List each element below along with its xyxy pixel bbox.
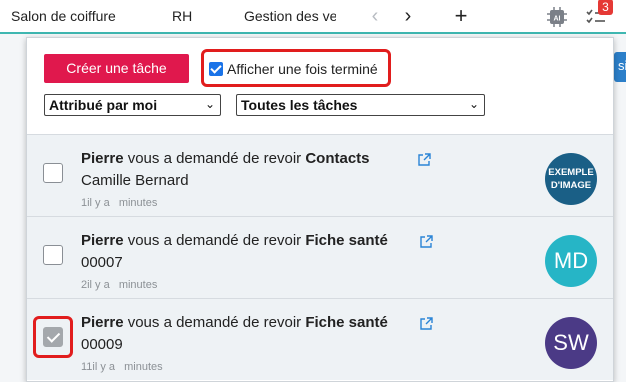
task-time: 2il y a minutes bbox=[81, 279, 157, 291]
task-action: vous a demandé de revoir bbox=[127, 232, 302, 249]
external-link-icon[interactable] bbox=[419, 235, 433, 249]
task-complete-checkbox[interactable] bbox=[43, 327, 63, 347]
task-time-unit: minutes bbox=[124, 361, 163, 373]
task-count-badge: 3 bbox=[598, 0, 613, 15]
task-row[interactable]: Pierre vous a demandé de revoir Fiche sa… bbox=[27, 298, 613, 380]
task-complete-checkbox[interactable] bbox=[43, 245, 63, 265]
show-done-toggle[interactable]: Afficher une fois terminé bbox=[209, 60, 378, 78]
top-bar: Salon de coiffure RH Gestion des ve ‹ › … bbox=[0, 0, 626, 34]
task-time: 1il y a minutes bbox=[81, 197, 157, 209]
task-subject: 00007 bbox=[81, 254, 123, 271]
chevron-down-icon: ⌄ bbox=[204, 97, 215, 111]
chevron-down-icon: ⌄ bbox=[468, 97, 479, 111]
task-time-ago: 1il y a bbox=[81, 197, 110, 209]
add-tab-button[interactable]: + bbox=[450, 4, 472, 28]
task-object: Contacts bbox=[305, 150, 370, 167]
task-title: Pierre vous a demandé de revoir Contacts bbox=[81, 150, 370, 167]
avatar: EXEMPLE D'IMAGE bbox=[545, 153, 597, 205]
tab-gestion-des-ventes[interactable]: Gestion des ve bbox=[244, 8, 336, 24]
next-tab-button[interactable]: › bbox=[397, 4, 419, 28]
task-time-unit: minutes bbox=[118, 197, 158, 209]
show-done-label: Afficher une fois terminé bbox=[227, 61, 378, 77]
assigned-filter-select[interactable]: Attribué par moi ⌄ bbox=[44, 94, 221, 116]
task-row[interactable]: Pierre vous a demandé de revoir Fiche sa… bbox=[27, 216, 613, 298]
assigned-filter-value: Attribué par moi bbox=[49, 97, 158, 113]
task-requester: Pierre bbox=[81, 150, 124, 167]
avatar-text-line: D'IMAGE bbox=[550, 180, 592, 191]
task-requester: Pierre bbox=[81, 314, 124, 331]
tab-rh[interactable]: RH bbox=[172, 8, 212, 24]
background-button-label: si bbox=[618, 58, 626, 73]
task-complete-checkbox[interactable] bbox=[43, 163, 63, 183]
task-subject: 00009 bbox=[81, 336, 123, 353]
task-time-ago: 11il y a bbox=[81, 361, 116, 373]
tab-salon-de-coiffure[interactable]: Salon de coiffure bbox=[11, 8, 151, 24]
task-filter-value: Toutes les tâches bbox=[241, 97, 358, 113]
external-link-icon[interactable] bbox=[419, 317, 433, 331]
tasks-dropdown-panel: Créer une tâche Afficher une fois termin… bbox=[26, 37, 614, 382]
task-time: 11il y a minutes bbox=[81, 361, 163, 373]
show-done-checkbox[interactable] bbox=[209, 62, 223, 76]
task-action: vous a demandé de revoir bbox=[127, 314, 302, 331]
create-task-button[interactable]: Créer une tâche bbox=[44, 54, 189, 83]
task-action: vous a demandé de revoir bbox=[127, 150, 302, 167]
task-title: Pierre vous a demandé de revoir Fiche sa… bbox=[81, 232, 388, 249]
avatar-text-line: EXEMPLE bbox=[548, 167, 594, 178]
svg-text:AI: AI bbox=[554, 16, 561, 23]
app-page: Salon de coiffure RH Gestion des ve ‹ › … bbox=[0, 0, 626, 382]
external-link-icon[interactable] bbox=[417, 153, 431, 167]
task-row[interactable]: Pierre vous a demandé de revoir Contacts… bbox=[27, 134, 613, 216]
task-subject: Camille Bernard bbox=[81, 172, 189, 189]
task-object: Fiche santé bbox=[305, 232, 388, 249]
task-list: Pierre vous a demandé de revoir Contacts… bbox=[27, 134, 613, 382]
task-title: Pierre vous a demandé de revoir Fiche sa… bbox=[81, 314, 388, 331]
previous-tab-button[interactable]: ‹ bbox=[364, 4, 386, 28]
task-object: Fiche santé bbox=[305, 314, 388, 331]
task-filter-select[interactable]: Toutes les tâches ⌄ bbox=[236, 94, 485, 116]
avatar: SW bbox=[545, 317, 597, 369]
avatar: MD bbox=[545, 235, 597, 287]
task-requester: Pierre bbox=[81, 232, 124, 249]
task-time-unit: minutes bbox=[118, 279, 158, 291]
ai-chip-icon[interactable]: AI bbox=[546, 6, 568, 28]
task-time-ago: 2il y a bbox=[81, 279, 110, 291]
